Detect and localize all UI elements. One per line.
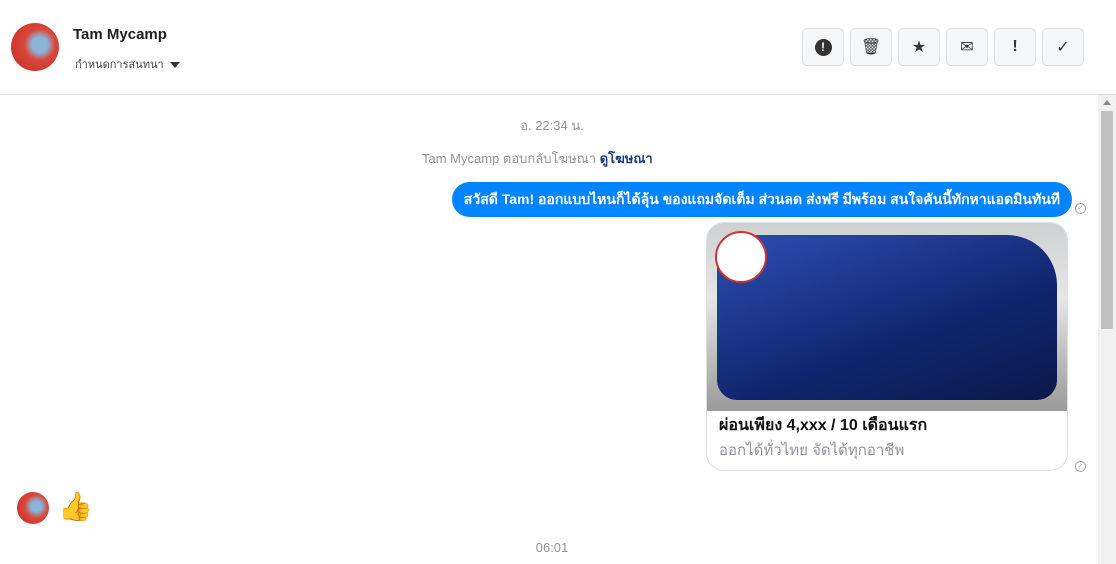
dealer-logo [715,231,767,283]
exclamation-icon: ! [1012,38,1018,55]
star-icon: ★ [911,39,927,56]
star-button[interactable]: ★ [898,28,940,66]
trash-icon: 🗑 [860,39,882,56]
header-actions: ! 🗑 ★ ✉ ! ✓ [802,28,1084,66]
ad-reply-note: Tam Mycamp ตอบกลับโฆษณา ดูโฆษณา [422,148,653,169]
truck-graphic [717,235,1057,400]
mark-unread-button[interactable]: ✉ [946,28,988,66]
contact-name[interactable]: Tam Mycamp [73,26,167,43]
ad-reply-text: Tam Mycamp ตอบกลับโฆษณา [422,151,597,166]
envelope-icon: ✉ [960,39,974,56]
car-image [707,223,1067,411]
view-ad-link[interactable]: ดูโฆษณา [600,151,653,166]
scroll-up-icon[interactable] [1103,100,1111,105]
timestamp: 06:01 [535,540,569,555]
alert-circle-icon: ! [814,38,832,56]
mark-done-button[interactable]: ✓ [1042,28,1084,66]
scrollbar-thumb[interactable] [1101,111,1113,329]
sent-check-icon: ✓ [1075,203,1086,214]
outgoing-message: สวัสดี Tam! ออกแบบไหนก็ได้ลุ้น ของแถมจัด… [451,182,1072,217]
check-icon: ✓ [1056,39,1070,56]
thumbs-up-icon: 👍 [58,491,93,522]
card-subtitle: ออกได้ทั่วไทย จัดได้ทุกอาชีพ [719,442,905,459]
caret-down-icon [169,62,180,69]
delete-button[interactable]: 🗑 [850,28,892,66]
conversation-settings-dropdown[interactable]: กำหนดการสนทนา [75,55,180,73]
conversation-header: Tam Mycamp กำหนดการสนทนา ! 🗑 ★ ✉ ! ✓ [0,0,1116,95]
contact-avatar[interactable] [11,23,59,71]
timestamp: อ. 22:34 น. [520,118,584,133]
card-title: ผ่อนเพียง 4,xxx / 10 เดือนแรก [719,417,928,434]
spam-button[interactable]: ! [802,28,844,66]
ad-card[interactable]: ผ่อนเพียง 4,xxx / 10 เดือนแรก ออกได้ทั่ว… [706,222,1068,471]
conversation-settings-label: กำหนดการสนทนา [75,59,164,71]
contact-avatar-small [17,492,49,524]
important-button[interactable]: ! [994,28,1036,66]
sent-check-icon: ✓ [1075,461,1086,472]
